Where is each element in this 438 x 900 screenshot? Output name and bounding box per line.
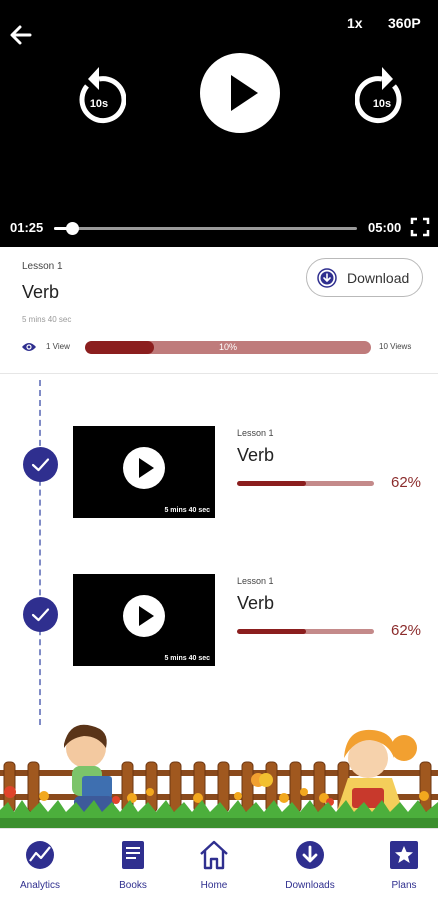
fullscreen-icon[interactable] <box>410 217 430 237</box>
views-min-label: 1 View <box>46 342 70 351</box>
lesson-number: Lesson 1 <box>22 261 63 272</box>
nav-label: Analytics <box>19 880 60 891</box>
lesson-title: Verb <box>237 445 275 465</box>
quality-button[interactable]: 360P <box>388 15 421 31</box>
forward-label: 10s <box>373 98 391 110</box>
views-progress-bar: 10% <box>85 341 371 354</box>
current-time: 01:25 <box>10 220 44 235</box>
lesson-progress-percent: 62% <box>391 622 422 639</box>
lesson-progress-percent: 62% <box>391 474 422 491</box>
back-arrow-icon[interactable] <box>8 22 34 48</box>
video-player[interactable]: 1x 360P 10s 10s 01:25 05:00 <box>0 0 438 247</box>
nav-label: Home <box>200 880 228 891</box>
lesson-number: Lesson 1 <box>237 576 274 586</box>
lesson-title: Verb <box>22 282 60 302</box>
rewind-label: 10s <box>90 98 108 110</box>
seek-thumb[interactable] <box>66 222 80 235</box>
bottom-navigation: Analytics Books Home Downloads Plans <box>0 828 438 900</box>
nav-label: Plans <box>391 880 417 891</box>
nav-home[interactable]: Home <box>174 839 254 891</box>
views-max-label: 10 Views <box>379 342 412 351</box>
play-icon <box>123 447 165 489</box>
download-icon <box>317 267 337 288</box>
lesson-duration: 5 mins 40 sec <box>22 315 72 324</box>
thumbnail-duration: 5 mins 40 sec <box>164 655 210 662</box>
nav-label: Downloads <box>285 880 335 891</box>
nav-plans[interactable]: Plans <box>364 839 438 891</box>
lesson-progress-bar <box>237 481 374 486</box>
lesson-list-item[interactable]: 5 mins 40 sec Lesson 1 Verb 62% <box>0 425 438 520</box>
views-percent: 10% <box>218 342 237 352</box>
nav-downloads[interactable]: Downloads <box>270 839 350 891</box>
playback-speed-button[interactable]: 1x <box>347 15 363 31</box>
play-icon <box>123 595 165 637</box>
total-time: 05:00 <box>368 220 402 235</box>
thumbnail-duration: 5 mins 40 sec <box>164 507 210 514</box>
eye-icon <box>22 343 36 351</box>
forward-10s-icon[interactable]: 10s <box>355 62 409 124</box>
lesson-progress-fill <box>237 481 306 486</box>
lesson-thumbnail[interactable]: 5 mins 40 sec <box>73 426 215 518</box>
lesson-info-panel: Lesson 1 Verb 5 mins 40 sec Download 1 V… <box>0 247 438 374</box>
nav-books[interactable]: Books <box>93 839 173 891</box>
lesson-thumbnail[interactable]: 5 mins 40 sec <box>73 574 215 666</box>
play-icon <box>231 75 258 111</box>
seek-bar[interactable] <box>54 222 357 235</box>
kids-reading-illustration <box>0 724 438 828</box>
lesson-progress-bar <box>237 629 374 634</box>
check-icon <box>23 597 58 632</box>
lesson-progress-fill <box>237 629 306 634</box>
download-icon <box>296 841 324 869</box>
rewind-10s-icon[interactable]: 10s <box>72 62 126 124</box>
star-icon <box>390 841 418 869</box>
nav-label: Books <box>119 880 147 891</box>
lesson-list-item[interactable]: 5 mins 40 sec Lesson 1 Verb 62% <box>0 573 438 668</box>
nav-analytics[interactable]: Analytics <box>0 839 80 891</box>
check-icon <box>23 447 58 482</box>
download-button[interactable]: Download <box>306 258 423 297</box>
lesson-number: Lesson 1 <box>237 428 274 438</box>
analytics-icon <box>26 841 54 869</box>
home-icon <box>200 840 228 870</box>
lesson-title: Verb <box>237 593 275 613</box>
download-label: Download <box>347 269 410 286</box>
play-button[interactable] <box>200 53 280 133</box>
book-icon <box>122 841 144 869</box>
